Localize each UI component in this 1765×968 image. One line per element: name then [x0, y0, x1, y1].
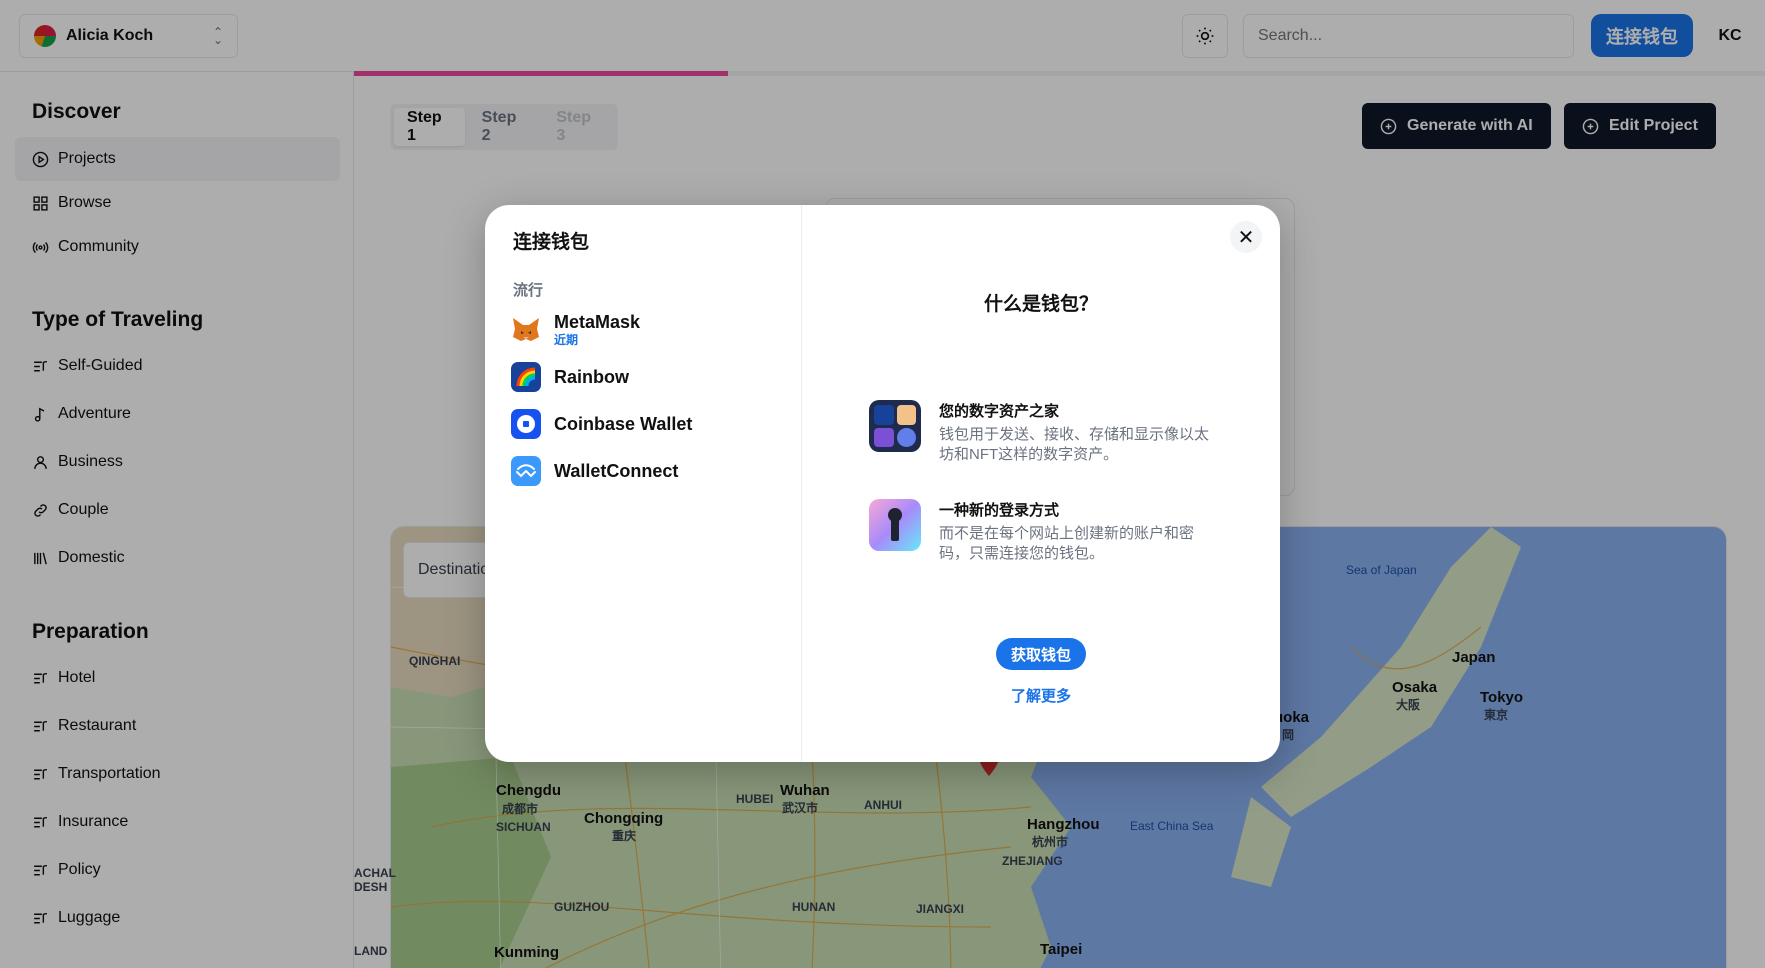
coinbase-icon [511, 409, 541, 439]
wallet-recent-badge: 近期 [554, 333, 579, 347]
metamask-fox-icon [511, 315, 541, 345]
wallet-option-metamask[interactable]: MetaMask 近期 [511, 310, 781, 350]
feature-digital-assets: 您的数字资产之家 钱包用于发送、接收、存储和显示像以太坊和NFT这样的数字资产。 [869, 400, 1209, 465]
feature-new-login: 一种新的登录方式 而不是在每个网站上创建新的账户和密码，只需连接您的钱包。 [869, 499, 1209, 564]
wallet-group-label: 流行 [513, 282, 544, 299]
keyhole-icon [869, 499, 921, 551]
learn-more-link[interactable]: 了解更多 [802, 685, 1280, 706]
get-wallet-button[interactable]: 获取钱包 [996, 638, 1086, 670]
wallet-option-walletconnect[interactable]: WalletConnect [511, 451, 781, 491]
close-icon: ✕ [1237, 226, 1255, 249]
feature-text: 您的数字资产之家 钱包用于发送、接收、存储和显示像以太坊和NFT这样的数字资产。 [939, 400, 1209, 465]
feature-title: 一种新的登录方式 [939, 502, 1060, 519]
wallet-list-panel: 连接钱包 流行 MetaMask 近期 Rainbow Coinbase Wal… [485, 205, 802, 762]
wallet-name: WalletConnect [554, 460, 679, 481]
what-is-wallet-title: 什么是钱包？ [983, 294, 1098, 315]
wallet-option-coinbase[interactable]: Coinbase Wallet [511, 404, 781, 444]
wallet-text: MetaMask 近期 [554, 312, 640, 348]
feature-title: 您的数字资产之家 [939, 403, 1060, 420]
feature-description: 钱包用于发送、接收、存储和显示像以太坊和NFT这样的数字资产。 [939, 426, 1210, 463]
walletconnect-icon [511, 456, 541, 486]
connect-wallet-modal: 连接钱包 流行 MetaMask 近期 Rainbow Coinbase Wal… [485, 205, 1280, 762]
close-modal-button[interactable]: ✕ [1230, 221, 1262, 253]
modal-title: 连接钱包 [513, 232, 590, 253]
wallet-name: MetaMask [554, 312, 641, 332]
wallet-name: Coinbase Wallet [554, 413, 693, 434]
rainbow-icon [511, 362, 541, 392]
wallet-name: Rainbow [554, 366, 629, 387]
wallet-option-rainbow[interactable]: Rainbow [511, 357, 781, 397]
feature-description: 而不是在每个网站上创建新的账户和密码，只需连接您的钱包。 [939, 525, 1195, 562]
feature-text: 一种新的登录方式 而不是在每个网站上创建新的账户和密码，只需连接您的钱包。 [939, 499, 1209, 564]
digital-assets-icon [869, 400, 921, 452]
